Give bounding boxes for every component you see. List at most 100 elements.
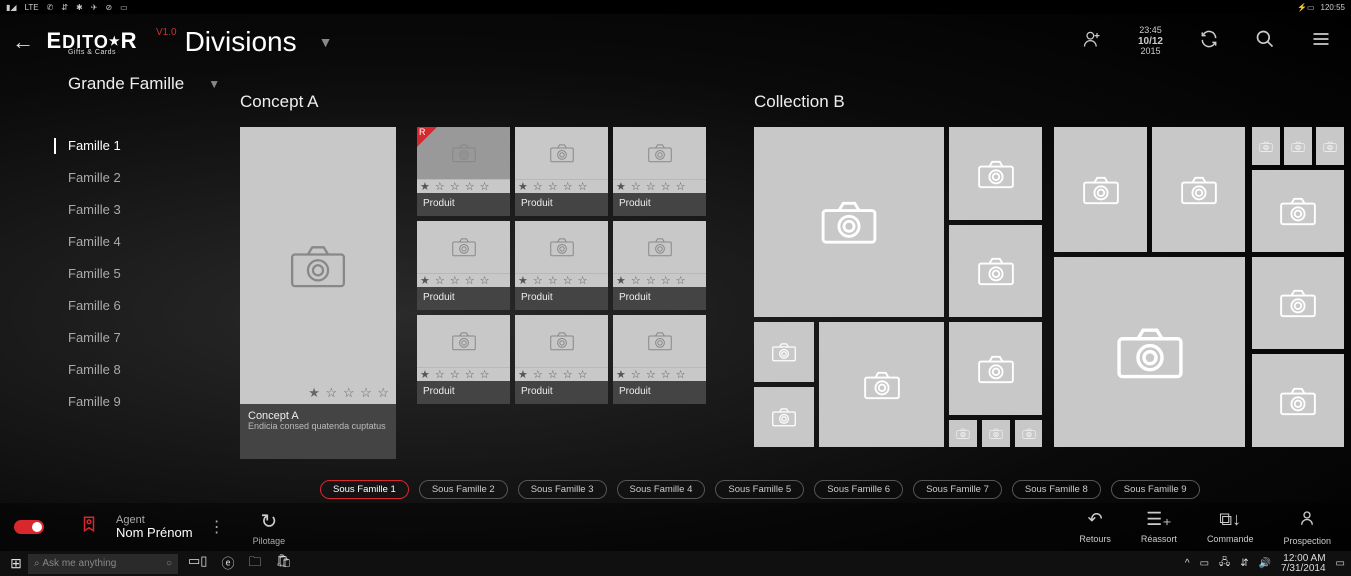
product-label: Produit bbox=[515, 381, 608, 404]
add-user-icon[interactable] bbox=[1082, 29, 1102, 54]
family-sidebar: Famille 1Famille 2Famille 3Famille 4Fami… bbox=[56, 130, 196, 418]
network-label: LTE bbox=[25, 3, 39, 12]
breadcrumb: Grande Famille ▼ bbox=[0, 69, 1351, 99]
tray-volume-icon[interactable]: 🔊 bbox=[1259, 558, 1271, 569]
tray-network-icon[interactable]: 🖧 bbox=[1219, 555, 1230, 572]
product-card-7[interactable]: ★ ☆ ☆ ☆ ☆Produit bbox=[417, 315, 510, 404]
sous-famille-pill-5[interactable]: Sous Famille 5 bbox=[715, 480, 804, 499]
edge-icon[interactable]: ⓔ bbox=[221, 553, 234, 575]
product-card-3[interactable]: ★ ☆ ☆ ☆ ☆Produit bbox=[613, 127, 706, 216]
sidebar-item-famille-9[interactable]: Famille 9 bbox=[56, 386, 196, 418]
collection-tile-12[interactable] bbox=[1152, 127, 1245, 252]
tray-wifi-icon[interactable]: ⇵ bbox=[1240, 558, 1248, 569]
sidebar-item-famille-1[interactable]: Famille 1 bbox=[56, 130, 196, 162]
product-image bbox=[613, 315, 706, 367]
collection-tile-3[interactable] bbox=[949, 225, 1042, 317]
collection-tile-17[interactable] bbox=[1252, 170, 1344, 252]
sous-famille-pill-9[interactable]: Sous Famille 9 bbox=[1111, 480, 1200, 499]
concept-heading: Concept A bbox=[240, 92, 318, 112]
concept-card[interactable]: ★ ☆ ☆ ☆ ☆ Concept A Endicia consed quate… bbox=[240, 127, 396, 459]
sidebar-item-famille-8[interactable]: Famille 8 bbox=[56, 354, 196, 386]
collection-tile-2[interactable] bbox=[949, 127, 1042, 220]
refresh-icon[interactable] bbox=[1199, 29, 1219, 54]
sidebar-item-famille-4[interactable]: Famille 4 bbox=[56, 226, 196, 258]
mic-icon[interactable]: ○ bbox=[166, 558, 172, 569]
back-button[interactable]: ← bbox=[12, 29, 42, 55]
collection-tile-18[interactable] bbox=[1252, 257, 1344, 349]
commande-button[interactable]: ⧉↓Commande bbox=[1207, 509, 1254, 546]
tray-up-icon[interactable]: ^ bbox=[1185, 558, 1190, 569]
collection-tile-9[interactable] bbox=[982, 420, 1010, 447]
store-icon[interactable]: 🛍 bbox=[275, 553, 292, 575]
collection-tile-4[interactable] bbox=[754, 322, 814, 382]
sous-famille-pill-1[interactable]: Sous Famille 1 bbox=[320, 480, 409, 499]
pilotage-button[interactable]: ↻ Pilotage bbox=[253, 509, 286, 546]
prospection-button[interactable]: Prospection bbox=[1283, 509, 1331, 546]
product-card-4[interactable]: ★ ☆ ☆ ☆ ☆Produit bbox=[417, 221, 510, 310]
sous-famille-pill-7[interactable]: Sous Famille 7 bbox=[913, 480, 1002, 499]
collection-tile-1[interactable] bbox=[754, 127, 944, 317]
collection-tile-7[interactable] bbox=[949, 322, 1042, 415]
collection-tile-14[interactable] bbox=[1252, 127, 1280, 165]
sous-famille-pill-8[interactable]: Sous Famille 8 bbox=[1012, 480, 1101, 499]
sous-famille-pill-4[interactable]: Sous Famille 4 bbox=[617, 480, 706, 499]
product-label: Produit bbox=[417, 287, 510, 310]
chevron-down-icon[interactable]: ▼ bbox=[208, 77, 220, 91]
battery-text: 120:55 bbox=[1321, 3, 1345, 12]
collection-tile-10[interactable] bbox=[1015, 420, 1042, 447]
task-view-icon[interactable]: ▭▯ bbox=[188, 553, 207, 575]
retours-button[interactable]: ↶Retours bbox=[1079, 509, 1111, 546]
collection-tile-5[interactable] bbox=[819, 322, 944, 447]
start-button[interactable]: ⊞ bbox=[6, 555, 26, 572]
sous-famille-pill-2[interactable]: Sous Famille 2 bbox=[419, 480, 508, 499]
tray-battery-icon[interactable]: ▭ bbox=[1200, 558, 1209, 569]
page-title[interactable]: Divisions bbox=[185, 26, 297, 58]
title-dropdown-icon[interactable]: ▼ bbox=[319, 34, 333, 50]
sidebar-item-famille-3[interactable]: Famille 3 bbox=[56, 194, 196, 226]
bottom-toolbar: Agent Nom Prénom ⋮ ↻ Pilotage ↶Retours ☰… bbox=[0, 503, 1351, 551]
taskbar-date: 7/31/2014 bbox=[1281, 564, 1326, 574]
app-header: ← EDITO★R Gifts & Cards V1.0 Divisions ▼… bbox=[0, 14, 1351, 69]
battery-icon: ⚡▭ bbox=[1297, 3, 1315, 12]
sous-famille-pill-3[interactable]: Sous Famille 3 bbox=[518, 480, 607, 499]
collection-tile-8[interactable] bbox=[949, 420, 977, 447]
pilotage-icon: ↻ bbox=[253, 509, 286, 534]
product-rating: ★ ☆ ☆ ☆ ☆ bbox=[613, 179, 706, 193]
reassort-button[interactable]: ☰₊Réassort bbox=[1141, 509, 1177, 546]
collection-tile-19[interactable] bbox=[1252, 354, 1344, 447]
bluetooth-icon: ✱ bbox=[76, 3, 83, 12]
sidebar-item-famille-6[interactable]: Famille 6 bbox=[56, 290, 196, 322]
notifications-icon[interactable]: ▭ bbox=[1336, 558, 1345, 569]
collection-tile-15[interactable] bbox=[1284, 127, 1312, 165]
sidebar-item-famille-5[interactable]: Famille 5 bbox=[56, 258, 196, 290]
collection-tile-13[interactable] bbox=[1054, 257, 1245, 447]
header-year: 2015 bbox=[1138, 47, 1163, 57]
grande-famille-dropdown[interactable]: Grande Famille bbox=[68, 74, 184, 94]
explorer-icon[interactable]: 🗀 bbox=[248, 553, 261, 575]
search-icon[interactable] bbox=[1255, 29, 1275, 54]
app-frame: ← EDITO★R Gifts & Cards V1.0 Divisions ▼… bbox=[0, 14, 1351, 551]
product-card-1[interactable]: ★ ☆ ☆ ☆ ☆Produit bbox=[417, 127, 510, 216]
product-card-8[interactable]: ★ ☆ ☆ ☆ ☆Produit bbox=[515, 315, 608, 404]
collection-tile-6[interactable] bbox=[754, 387, 814, 447]
collection-tile-16[interactable] bbox=[1316, 127, 1344, 165]
sidebar-item-famille-7[interactable]: Famille 7 bbox=[56, 322, 196, 354]
online-toggle[interactable] bbox=[14, 520, 44, 534]
collection-tile-11[interactable] bbox=[1054, 127, 1147, 252]
sous-famille-pill-6[interactable]: Sous Famille 6 bbox=[814, 480, 903, 499]
product-card-9[interactable]: ★ ☆ ☆ ☆ ☆Produit bbox=[613, 315, 706, 404]
product-card-5[interactable]: ★ ☆ ☆ ☆ ☆Produit bbox=[515, 221, 608, 310]
taskbar-search[interactable]: ⌕ Ask me anything ○ bbox=[28, 554, 178, 574]
taskbar-clock[interactable]: 12:00 AM 7/31/2014 bbox=[1281, 554, 1326, 574]
product-card-6[interactable]: ★ ☆ ☆ ☆ ☆Produit bbox=[613, 221, 706, 310]
sidebar-item-famille-2[interactable]: Famille 2 bbox=[56, 162, 196, 194]
bookmark-icon[interactable] bbox=[80, 513, 98, 541]
product-image bbox=[515, 221, 608, 273]
menu-icon[interactable] bbox=[1311, 29, 1331, 54]
product-label: Produit bbox=[613, 381, 706, 404]
product-card-2[interactable]: ★ ☆ ☆ ☆ ☆Produit bbox=[515, 127, 608, 216]
agent-info[interactable]: Agent Nom Prénom bbox=[116, 514, 193, 540]
sous-famille-bar: Sous Famille 1 Sous Famille 2 Sous Famille… bbox=[320, 480, 1200, 499]
agent-more-icon[interactable]: ⋮ bbox=[209, 517, 225, 537]
product-image bbox=[515, 127, 608, 179]
